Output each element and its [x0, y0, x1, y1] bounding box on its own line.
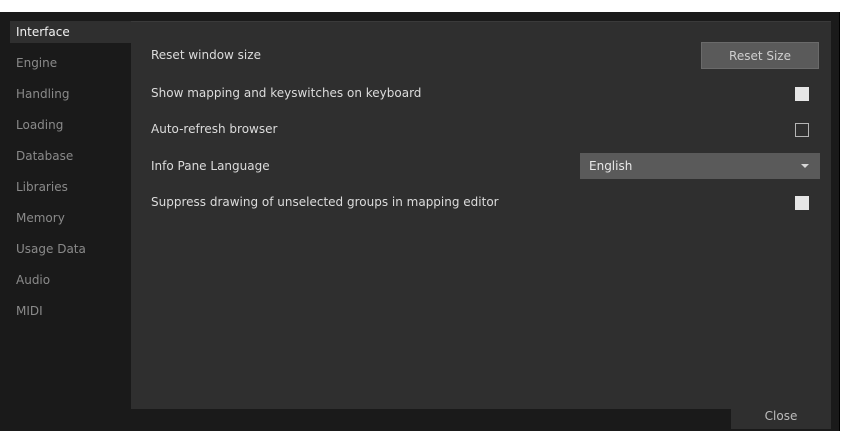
sidebar-item-libraries[interactable]: Libraries — [10, 176, 131, 198]
sidebar-item-engine[interactable]: Engine — [10, 52, 131, 74]
chevron-down-icon — [801, 164, 809, 168]
info-pane-language-label: Info Pane Language — [151, 159, 270, 173]
sidebar-item-midi[interactable]: MIDI — [10, 300, 131, 322]
close-button[interactable]: Close — [731, 403, 831, 429]
show-mapping-checkbox[interactable] — [795, 87, 809, 101]
info-pane-language-dropdown[interactable]: English — [580, 153, 820, 179]
preferences-window: Interface Engine Handling Loading Databa… — [0, 12, 840, 431]
suppress-drawing-label: Suppress drawing of unselected groups in… — [151, 195, 499, 209]
sidebar-item-memory[interactable]: Memory — [10, 207, 131, 229]
sidebar-item-audio[interactable]: Audio — [10, 269, 131, 291]
interface-settings-panel: Reset window size Reset Size Show mappin… — [131, 21, 831, 409]
sidebar-item-loading[interactable]: Loading — [10, 114, 131, 136]
suppress-drawing-checkbox[interactable] — [795, 196, 809, 210]
preferences-sidebar: Interface Engine Handling Loading Databa… — [10, 21, 131, 409]
auto-refresh-checkbox[interactable] — [795, 123, 809, 137]
auto-refresh-label: Auto-refresh browser — [151, 122, 278, 136]
sidebar-item-usage-data[interactable]: Usage Data — [10, 238, 131, 260]
sidebar-item-database[interactable]: Database — [10, 145, 131, 167]
reset-window-size-label: Reset window size — [151, 48, 261, 62]
sidebar-item-handling[interactable]: Handling — [10, 83, 131, 105]
show-mapping-label: Show mapping and keyswitches on keyboard — [151, 86, 422, 100]
reset-size-button[interactable]: Reset Size — [701, 42, 819, 69]
dropdown-selected-value: English — [589, 159, 633, 173]
sidebar-item-interface[interactable]: Interface — [10, 21, 131, 43]
